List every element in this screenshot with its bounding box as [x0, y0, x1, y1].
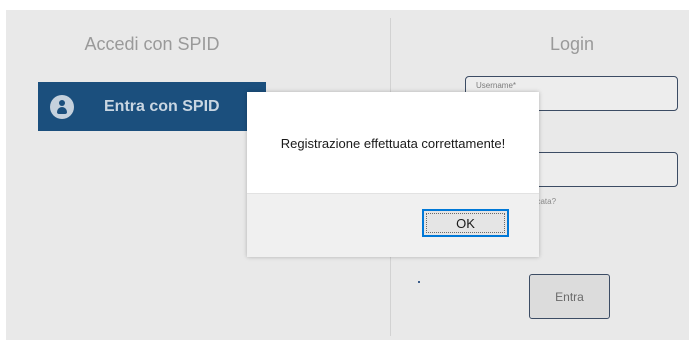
- login-title: Login: [549, 34, 595, 54]
- alert-dialog: Registrazione effettuata correttamente! …: [247, 92, 539, 257]
- username-placeholder: Username*: [476, 81, 517, 90]
- ok-button[interactable]: OK: [422, 209, 509, 237]
- spid-title: Accedi con SPID: [84, 34, 220, 54]
- spid-login-label: Entra con SPID: [104, 97, 220, 115]
- login-submit-button[interactable]: Entra: [529, 274, 610, 319]
- dialog-message: Registrazione effettuata correttamente!: [280, 136, 506, 151]
- page: Accedi con SPID Entra con SPID Login Use…: [0, 0, 694, 347]
- dialog-footer: OK: [247, 193, 539, 257]
- spid-login-button[interactable]: Entra con SPID: [38, 82, 266, 131]
- decorative-dot: [418, 281, 420, 283]
- user-icon: [50, 94, 74, 119]
